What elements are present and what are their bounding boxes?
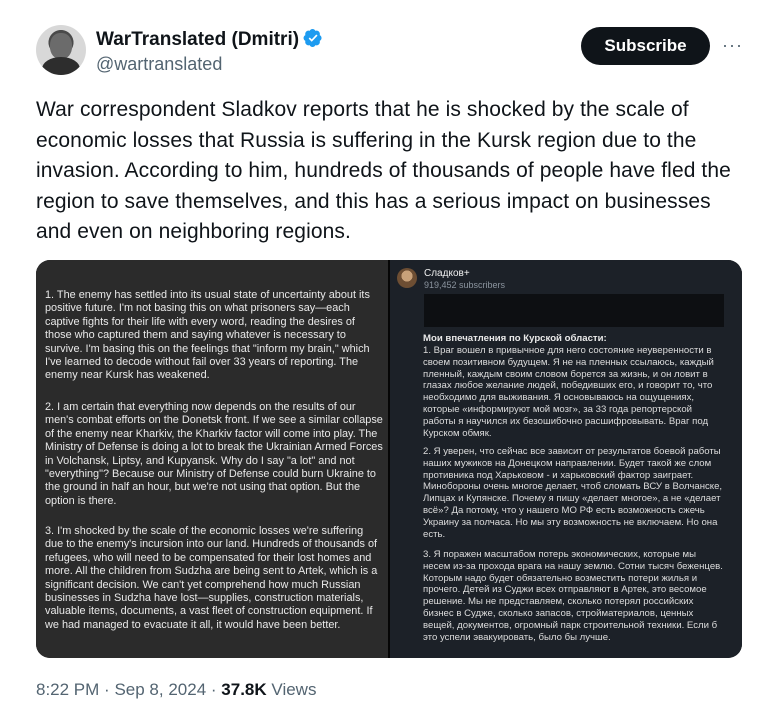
author-name-row[interactable]: WarTranslated (Dmitri) — [96, 28, 323, 54]
author-handle[interactable]: @wartranslated — [96, 54, 222, 75]
channel-name: Сладков+ — [424, 268, 470, 279]
original-paragraph-3: 3. Я поражен масштабом потерь экономичес… — [423, 549, 723, 643]
translation-paragraph-1: 1. The enemy has settled into its usual … — [45, 289, 370, 382]
original-paragraph-2: 2. Я уверен, что сейчас все зависит от р… — [423, 446, 723, 540]
translation-paragraph-2: 2. I am certain that everything now depe… — [45, 401, 383, 507]
tweet-date[interactable]: Sep 8, 2024 — [114, 680, 206, 699]
original-post-heading: Мои впечатления по Курской области: — [423, 333, 607, 344]
avatar-shoulders — [42, 57, 80, 75]
media-image-translation[interactable]: 1. The enemy has settled into its usual … — [36, 260, 388, 658]
author-name[interactable]: WarTranslated (Dmitri) — [96, 29, 299, 50]
more-options-icon[interactable]: ··· — [722, 36, 742, 54]
avatar-head — [50, 33, 72, 59]
channel-subscribers: 919,452 subscribers — [424, 280, 506, 290]
media-image-original-post[interactable]: Сладков+ 919,452 subscribers Мои впечатл… — [390, 260, 742, 658]
redacted-bar — [424, 294, 724, 327]
views-count[interactable]: 37.8K — [221, 680, 266, 699]
tweet-meta: 8:22 PM · Sep 8, 2024 · 37.8K Views — [36, 680, 316, 700]
avatar[interactable] — [36, 25, 86, 75]
channel-avatar — [397, 268, 417, 288]
meta-separator: · — [210, 680, 217, 699]
tweet-text: War correspondent Sladkov reports that h… — [36, 98, 731, 243]
tweet-media[interactable]: 1. The enemy has settled into its usual … — [36, 260, 742, 658]
translation-paragraph-3: 3. I'm shocked by the scale of the econo… — [45, 525, 378, 631]
subscribe-button[interactable]: Subscribe — [581, 27, 710, 65]
verified-badge-icon — [303, 28, 323, 54]
tweet-time[interactable]: 8:22 PM — [36, 680, 99, 699]
meta-separator: · — [104, 680, 110, 699]
original-paragraph-1: 1. Враг вошел в привычное для него состо… — [423, 345, 714, 439]
views-label: Views — [271, 680, 317, 699]
